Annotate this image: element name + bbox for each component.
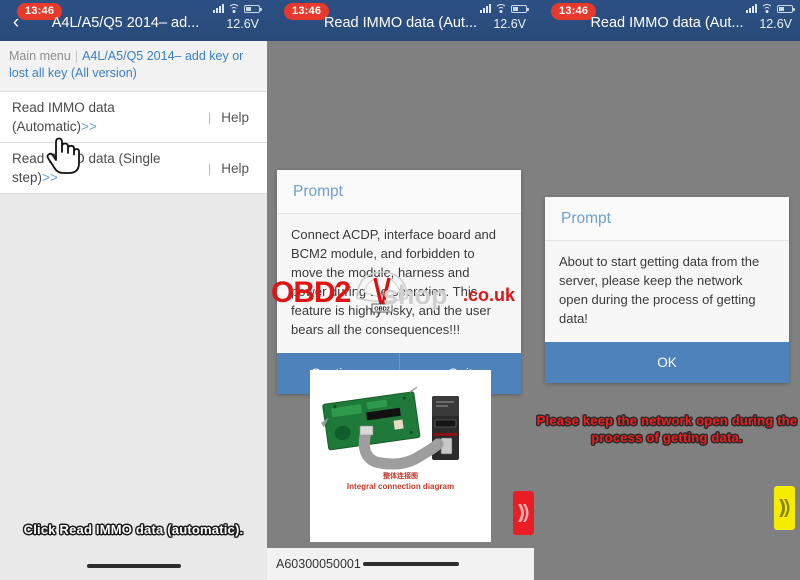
- divider: |: [207, 160, 212, 176]
- home-indicator: [362, 562, 459, 566]
- dialog-title: Prompt: [545, 197, 789, 241]
- double-chevron-right-icon: [518, 504, 529, 522]
- help-link[interactable]: Help: [221, 161, 249, 176]
- navbar-panel1: 13:46 ‹ A4L/A5/Q5 2014– ad... 12.6V: [0, 0, 267, 41]
- connection-diagram-card: 整体连接图 Integral connection diagram: [310, 370, 491, 542]
- next-step-arrow-red[interactable]: [513, 491, 534, 535]
- panel-prompt-server: 13:46 Read IMMO data (Aut... 12.6V Promp…: [534, 0, 800, 580]
- signal-icon: [213, 4, 224, 13]
- list-item-text: Read IMMO data (Single step): [12, 151, 161, 185]
- wifi-icon: [495, 4, 507, 13]
- diagram-caption-en: Integral connection diagram: [346, 482, 455, 491]
- list-item-label: Read IMMO data (Automatic)>>: [12, 98, 208, 136]
- breadcrumb: Main menu | A4L/A5/Q5 2014– add key or los…: [0, 41, 267, 92]
- dialog-actions: OK: [545, 342, 789, 383]
- double-chevron-right-icon: [779, 499, 790, 517]
- signal-icon: [480, 4, 491, 13]
- panel-menu: 13:46 ‹ A4L/A5/Q5 2014– ad... 12.6V Main…: [0, 0, 267, 580]
- status-icons: [480, 4, 529, 13]
- dialog-message: Connect ACDP, interface board and BCM2 m…: [277, 214, 521, 353]
- diagram-caption-cn: 整体连接图: [383, 473, 418, 480]
- status-icons: [213, 4, 262, 13]
- chevron-right-icon: >>: [81, 119, 97, 134]
- list-item-label: Read IMMO data (Single step)>>: [12, 149, 208, 187]
- wifi-icon: [761, 4, 773, 13]
- breadcrumb-separator: |: [74, 49, 79, 63]
- list-item-read-immo-single-step[interactable]: Read IMMO data (Single step)>> | Help: [0, 143, 267, 194]
- help-link[interactable]: Help: [221, 110, 249, 125]
- panel1-body: Main menu | A4L/A5/Q5 2014– add key or los…: [0, 41, 267, 580]
- connection-diagram-photo: 整体连接图 Integral connection diagram: [310, 370, 491, 502]
- divider: |: [207, 109, 212, 125]
- voltage-readout: 12.6V: [226, 17, 259, 31]
- battery-icon: [777, 4, 795, 13]
- screenshot-stage: 13:46 ‹ A4L/A5/Q5 2014– ad... 12.6V Main…: [0, 0, 800, 580]
- dialog-title: Prompt: [277, 170, 521, 214]
- panel-prompt-connect: 13:46 Read IMMO data (Aut... 12.6V Promp…: [267, 0, 534, 580]
- navbar-panel3: 13:46 Read IMMO data (Aut... 12.6V: [534, 0, 800, 41]
- status-icons: [746, 4, 795, 13]
- panel2-bottom-bar: A60300050001: [267, 548, 534, 580]
- help-group: | Help: [208, 161, 267, 176]
- serial-number: A60300050001: [276, 557, 361, 571]
- chevron-right-icon: >>: [42, 170, 58, 185]
- signal-icon: [746, 4, 757, 13]
- annotation-caption-panel3: Please keep the network open during the …: [536, 413, 798, 445]
- home-indicator: [86, 564, 181, 568]
- annotation-caption-panel1: Click Read IMMO data (automatic).: [23, 522, 244, 537]
- battery-icon: [244, 4, 262, 13]
- next-step-arrow-yellow[interactable]: [774, 486, 795, 530]
- voltage-readout: 12.6V: [759, 17, 792, 31]
- navbar-panel2: 13:46 Read IMMO data (Aut... 12.6V: [267, 0, 534, 41]
- diagram-caption: 整体连接图 Integral connection diagram: [310, 472, 491, 492]
- wifi-icon: [228, 4, 240, 13]
- help-group: | Help: [208, 110, 267, 125]
- dialog-server-prompt: Prompt About to start getting data from …: [545, 197, 789, 383]
- dialog-connect-prompt: Prompt Connect ACDP, interface board and…: [277, 170, 521, 394]
- battery-icon: [511, 4, 529, 13]
- dialog-message: About to start getting data from the ser…: [545, 241, 789, 342]
- list-item-text: Read IMMO data (Automatic): [12, 100, 115, 134]
- voltage-readout: 12.6V: [493, 17, 526, 31]
- breadcrumb-root[interactable]: Main menu: [9, 49, 71, 63]
- ok-button[interactable]: OK: [545, 342, 789, 383]
- list-item-read-immo-automatic[interactable]: Read IMMO data (Automatic)>> | Help: [0, 92, 267, 143]
